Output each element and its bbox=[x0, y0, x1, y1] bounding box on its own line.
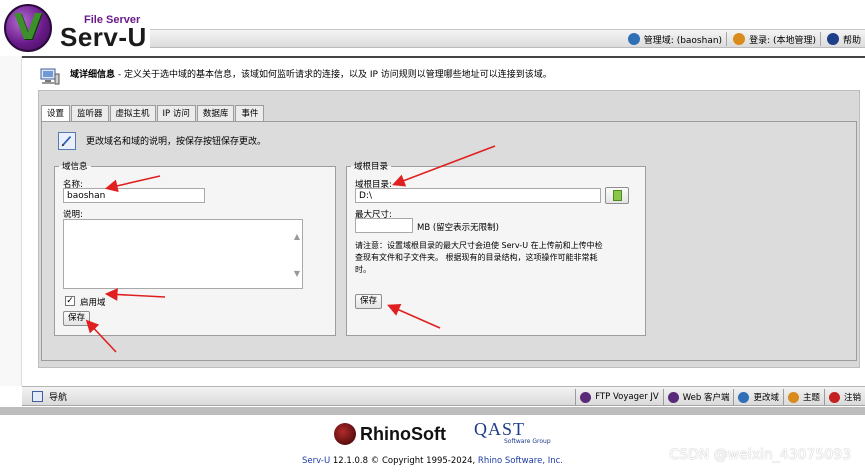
bottom-toolbar: 导航 FTP Voyager JV Web 客户端 更改域 主题 注销 bbox=[22, 386, 865, 406]
web-client-icon bbox=[667, 391, 679, 403]
left-strip bbox=[0, 56, 22, 386]
main-content: 域详细信息 - 定义关于选中域的基本信息，该域如何监听请求的连接，以及 IP 访… bbox=[22, 58, 865, 386]
scroll-up-icon[interactable]: ▲ bbox=[293, 233, 301, 241]
domain-name-input[interactable] bbox=[63, 188, 205, 203]
settings-description: 更改域名和域的说明，按保存按钮保存更改。 bbox=[86, 137, 267, 147]
max-size-unit: MB (留空表示无限制) bbox=[417, 223, 500, 233]
enable-domain-label: 启用域 bbox=[80, 298, 106, 308]
server-computer-icon bbox=[40, 68, 60, 85]
settings-tab-body: 更改域名和域的说明，按保存按钮保存更改。 域信息 名称: 说明: ▲ ▼ ✓ 启… bbox=[41, 121, 857, 361]
intro-description: - 定义关于选中域的基本信息，该域如何监听请求的连接，以及 IP 访问规则以管理… bbox=[115, 70, 552, 80]
domain-info-save-button[interactable]: 保存 bbox=[63, 311, 91, 326]
folder-icon bbox=[613, 190, 622, 201]
tab-bar: 设置 监听器 虚拟主机 IP 访问 数据库 事件 bbox=[41, 105, 265, 123]
logout-button[interactable]: 注销 bbox=[823, 389, 865, 405]
tab-virtual-hosts[interactable]: 虚拟主机 bbox=[109, 105, 156, 122]
company-link[interactable]: Rhino Software, Inc. bbox=[478, 456, 563, 466]
max-size-note: 请注意：设置域根目录的最大尺寸会迫使 Serv-U 在上传前和上传中检查现有文件… bbox=[355, 241, 603, 274]
domain-description-input[interactable] bbox=[63, 219, 303, 289]
qast-logo: QAST Software Group bbox=[474, 419, 551, 445]
header-divider bbox=[726, 32, 728, 46]
domain-root-legend: 域根目录 bbox=[354, 162, 389, 172]
ftp-voyager-button[interactable]: FTP Voyager JV bbox=[575, 389, 663, 405]
theme-icon bbox=[787, 391, 799, 403]
rhinosoft-logo: RhinoSoft bbox=[334, 423, 446, 445]
product-link[interactable]: Serv-U bbox=[302, 456, 330, 466]
root-dir-input[interactable] bbox=[355, 188, 601, 203]
qast-text: QAST bbox=[474, 419, 526, 439]
change-domain-label: 更改域 bbox=[753, 393, 779, 403]
navigation-label: 导航 bbox=[49, 393, 68, 403]
domain-info-group: 域信息 名称: 说明: ▲ ▼ ✓ 启用域 保存 bbox=[54, 160, 336, 336]
brand-title: Serv-U bbox=[60, 22, 147, 52]
navigation-toggle[interactable]: 导航 bbox=[32, 390, 67, 403]
copyright-text: 12.1.0.8 © Copyright 1995-2024, bbox=[330, 456, 478, 466]
ftp-voyager-icon bbox=[580, 391, 592, 403]
change-domain-icon bbox=[738, 391, 750, 403]
tab-events[interactable]: 事件 bbox=[235, 105, 265, 122]
manage-domain-label: 管理域: (baoshan) bbox=[643, 35, 723, 46]
qast-subtitle: Software Group bbox=[504, 438, 551, 445]
manage-domain-link[interactable]: 管理域: (baoshan) bbox=[627, 33, 723, 46]
ftp-voyager-label: FTP Voyager JV bbox=[595, 392, 659, 402]
tab-database[interactable]: 数据库 bbox=[196, 105, 235, 122]
navigation-icon bbox=[32, 391, 43, 402]
domain-globe-icon bbox=[627, 33, 640, 45]
logout-label: 注销 bbox=[843, 393, 861, 403]
csdn-watermark: CSDN @weixin_43075093 bbox=[669, 447, 851, 463]
theme-label: 主题 bbox=[802, 393, 820, 403]
change-domain-button[interactable]: 更改域 bbox=[733, 389, 783, 405]
edit-pencil-icon bbox=[58, 132, 76, 150]
user-login-icon bbox=[733, 33, 746, 45]
login-link[interactable]: 登录: (本地管理) bbox=[733, 33, 816, 46]
domain-root-save-button[interactable]: 保存 bbox=[355, 294, 383, 309]
scroll-down-icon[interactable]: ▼ bbox=[293, 270, 301, 278]
domain-info-legend: 域信息 bbox=[62, 162, 88, 172]
theme-button[interactable]: 主题 bbox=[782, 389, 824, 405]
enable-domain-checkbox[interactable]: ✓ bbox=[65, 296, 75, 306]
login-label: 登录: (本地管理) bbox=[749, 35, 816, 46]
rhinosoft-text: RhinoSoft bbox=[360, 423, 446, 444]
domain-root-group: 域根目录 域根目录: 最大尺寸: MB (留空表示无限制) 请注意：设置域根目录… bbox=[346, 160, 646, 336]
tab-ip-access[interactable]: IP 访问 bbox=[156, 105, 196, 122]
browse-folder-button[interactable] bbox=[605, 187, 629, 204]
app-header: V File Server Serv-U 管理域: (baoshan) 登录: … bbox=[0, 0, 865, 60]
header-divider bbox=[819, 32, 821, 46]
help-icon bbox=[826, 33, 839, 45]
help-label: 帮助 bbox=[842, 35, 861, 46]
web-client-button[interactable]: Web 客户端 bbox=[662, 389, 734, 405]
footer-divider bbox=[0, 407, 865, 415]
tab-listeners[interactable]: 监听器 bbox=[71, 105, 109, 122]
rhinosoft-mark-icon bbox=[334, 423, 356, 445]
web-client-label: Web 客户端 bbox=[682, 393, 730, 403]
header-links: 管理域: (baoshan) 登录: (本地管理) 帮助 bbox=[622, 30, 865, 48]
toolbar-links: FTP Voyager JV Web 客户端 更改域 主题 注销 bbox=[575, 389, 865, 405]
help-link[interactable]: 帮助 bbox=[826, 33, 861, 46]
logout-icon bbox=[828, 391, 840, 403]
intro-title: 域详细信息 bbox=[70, 70, 116, 80]
app-footer: RhinoSoft QAST Software Group Serv-U 12.… bbox=[0, 415, 865, 475]
servu-logo-v-icon: V bbox=[14, 7, 42, 48]
intro-text: 域详细信息 - 定义关于选中域的基本信息，该域如何监听请求的连接，以及 IP 访… bbox=[70, 67, 552, 80]
max-size-input[interactable] bbox=[355, 218, 413, 233]
domain-details-panel: 设置 监听器 虚拟主机 IP 访问 数据库 事件 更改域名和域的说明，按保存按钮… bbox=[38, 90, 860, 368]
